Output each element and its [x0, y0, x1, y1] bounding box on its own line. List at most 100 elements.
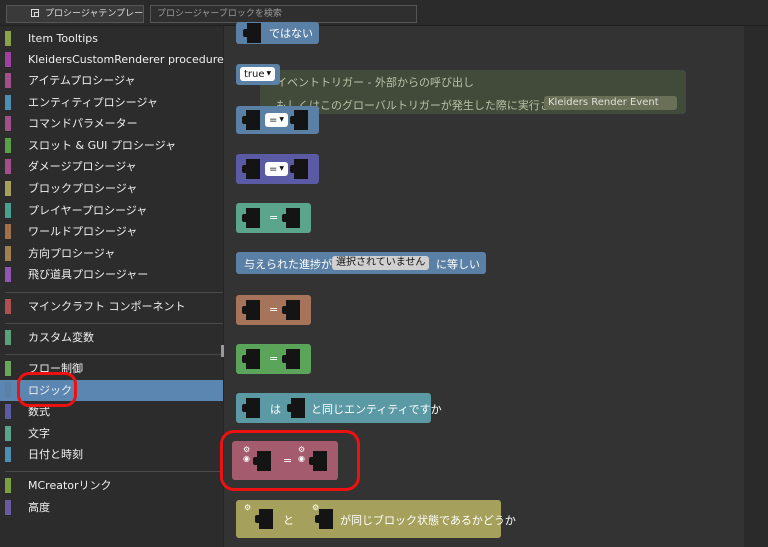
- math-compare-block[interactable]: = ▼: [236, 154, 319, 184]
- advancement-equals-block[interactable]: 与えられた進捗が 選択されていません に等しい: [236, 252, 486, 274]
- category-color-bar: [5, 203, 11, 218]
- input-socket: [242, 208, 260, 228]
- category-color-bar: [5, 31, 11, 46]
- compare-operator-dropdown[interactable]: = ▼: [265, 113, 289, 127]
- category-color-bar: [5, 404, 11, 419]
- flow-equals-block[interactable]: =: [236, 344, 311, 374]
- item-block-highlight: [220, 430, 360, 491]
- category-player-procedures[interactable]: プレイヤープロシージャ: [0, 200, 223, 221]
- input-socket: [242, 110, 260, 130]
- category-label: 方向プロシージャ: [28, 247, 116, 260]
- category-custom-variables[interactable]: カスタム変数: [0, 327, 223, 348]
- input-socket: [242, 300, 260, 320]
- category-label: エンティティプロシージャ: [28, 96, 158, 109]
- dropdown-arrow-icon: ▼: [279, 165, 285, 172]
- category-color-bar: [5, 181, 11, 196]
- category-color-bar: [5, 500, 11, 515]
- category-label: スロット & GUI プロシージャ: [28, 139, 177, 152]
- category-minecraft-components[interactable]: マインクラフト コンポーネント: [0, 296, 223, 317]
- category-direction-procedures[interactable]: 方向プロシージャ: [0, 243, 223, 264]
- dropdown-arrow-icon: ▼: [279, 116, 285, 123]
- component-equals-block[interactable]: =: [236, 295, 311, 325]
- category-slot-gui-procedures[interactable]: スロット & GUI プロシージャ: [0, 135, 223, 156]
- category-label: マインクラフト コンポーネント: [28, 300, 186, 313]
- same-blockstate-block[interactable]: ⚙ と ⚙ が同じブロック状態であるかどうか: [236, 500, 516, 538]
- input-socket: [282, 300, 300, 320]
- category-item-procedures[interactable]: アイテムプロシージャ: [0, 70, 223, 91]
- procedure-templates-tab[interactable]: プロシージャテンプレート: [6, 5, 144, 23]
- sidebar-resize-handle[interactable]: [221, 345, 224, 357]
- compare-operator-dropdown[interactable]: = ▼: [265, 162, 289, 176]
- category-date-time[interactable]: 日付と時刻: [0, 444, 223, 465]
- templates-icon: [31, 9, 39, 17]
- category-item-tooltips[interactable]: Item Tooltips: [0, 28, 223, 49]
- sidebar-divider: [5, 292, 223, 293]
- same-entity-block[interactable]: は と同じエンティティですか: [236, 393, 442, 423]
- sidebar-divider: [5, 323, 223, 324]
- category-color-bar: [5, 52, 11, 67]
- input-socket: [290, 110, 308, 130]
- entity-is-label: は: [270, 403, 281, 416]
- category-advanced[interactable]: 高度: [0, 497, 223, 518]
- block-search-input[interactable]: プロシージャーブロックを検索: [150, 5, 417, 23]
- category-entity-procedures[interactable]: エンティティプロシージャ: [0, 92, 223, 113]
- not-block[interactable]: ではない: [236, 22, 319, 44]
- category-label: 日付と時刻: [28, 448, 83, 461]
- procedure-templates-label: プロシージャテンプレート: [45, 9, 144, 19]
- category-color-bar: [5, 138, 11, 153]
- category-text[interactable]: 文字: [0, 423, 223, 444]
- category-color-bar: [5, 224, 11, 239]
- advancement-dropdown[interactable]: 選択されていません: [332, 256, 430, 270]
- entity-same-label: と同じエンティティですか: [311, 403, 442, 416]
- true-dropdown[interactable]: true ▼: [240, 67, 276, 81]
- category-color-bar: [5, 299, 11, 314]
- category-color-bar: [5, 116, 11, 131]
- workspace-scrollbar[interactable]: [744, 26, 768, 547]
- category-label: KleidersCustomRenderer procedures: [28, 53, 230, 66]
- category-sidebar: Item Tooltips KleidersCustomRenderer pro…: [0, 26, 230, 547]
- category-block-procedures[interactable]: ブロックプロシージャ: [0, 178, 223, 199]
- category-label: ワールドプロシージャ: [28, 225, 138, 238]
- same-blockstate-label: が同じブロック状態であるかどうか: [340, 514, 516, 527]
- category-label: ダメージプロシージャ: [28, 160, 137, 173]
- input-socket: [242, 398, 260, 418]
- logic-compare-block[interactable]: = ▼: [236, 106, 319, 134]
- input-socket: [242, 159, 260, 179]
- ghost-line-1: イベントトリガー - 外部からの呼び出し: [276, 76, 474, 89]
- equals-label: =: [269, 352, 279, 365]
- ghost-event-dropdown: Kleiders Render Event: [544, 96, 677, 110]
- sidebar-divider: [5, 471, 223, 472]
- ghost-line-2: もしくはこのグローバルトリガーが発生した際に実行される: [276, 99, 573, 112]
- advancement-value: 選択されていません: [336, 257, 426, 268]
- operator-value: =: [269, 115, 278, 126]
- category-world-procedures[interactable]: ワールドプロシージャ: [0, 221, 223, 242]
- input-socket: [242, 349, 260, 369]
- category-kleiders-custom-renderer[interactable]: KleidersCustomRenderer procedures: [0, 49, 230, 70]
- category-label: 高度: [28, 501, 50, 514]
- category-command-parameters[interactable]: コマンドパラメーター: [0, 113, 223, 134]
- category-label: ブロックプロシージャ: [28, 182, 138, 195]
- category-mcreator-link[interactable]: MCreatorリンク: [0, 475, 223, 496]
- input-socket: [243, 23, 261, 43]
- category-color-bar: [5, 330, 11, 345]
- advancement-suffix: に等しい: [436, 258, 480, 271]
- category-label: Item Tooltips: [28, 32, 98, 45]
- input-socket: [290, 159, 308, 179]
- dropdown-arrow-icon: ▼: [266, 70, 272, 77]
- category-color-bar: [5, 447, 11, 462]
- true-value: true: [244, 69, 265, 80]
- category-color-bar: [5, 267, 11, 282]
- block-search-placeholder: プロシージャーブロックを検索: [157, 9, 282, 19]
- true-block[interactable]: true ▼: [236, 64, 280, 85]
- input-socket: [255, 509, 273, 529]
- category-projectile-procedures[interactable]: 飛び道具プロシージャー: [0, 264, 223, 285]
- equals-label: =: [269, 303, 279, 316]
- category-label: MCreatorリンク: [28, 479, 112, 492]
- category-color-bar: [5, 159, 11, 174]
- category-damage-procedures[interactable]: ダメージプロシージャ: [0, 156, 223, 177]
- category-color-bar: [5, 361, 11, 376]
- category-color-bar: [5, 426, 11, 441]
- text-equals-block[interactable]: =: [236, 203, 311, 233]
- category-color-bar: [5, 478, 11, 493]
- sidebar-divider: [5, 354, 223, 355]
